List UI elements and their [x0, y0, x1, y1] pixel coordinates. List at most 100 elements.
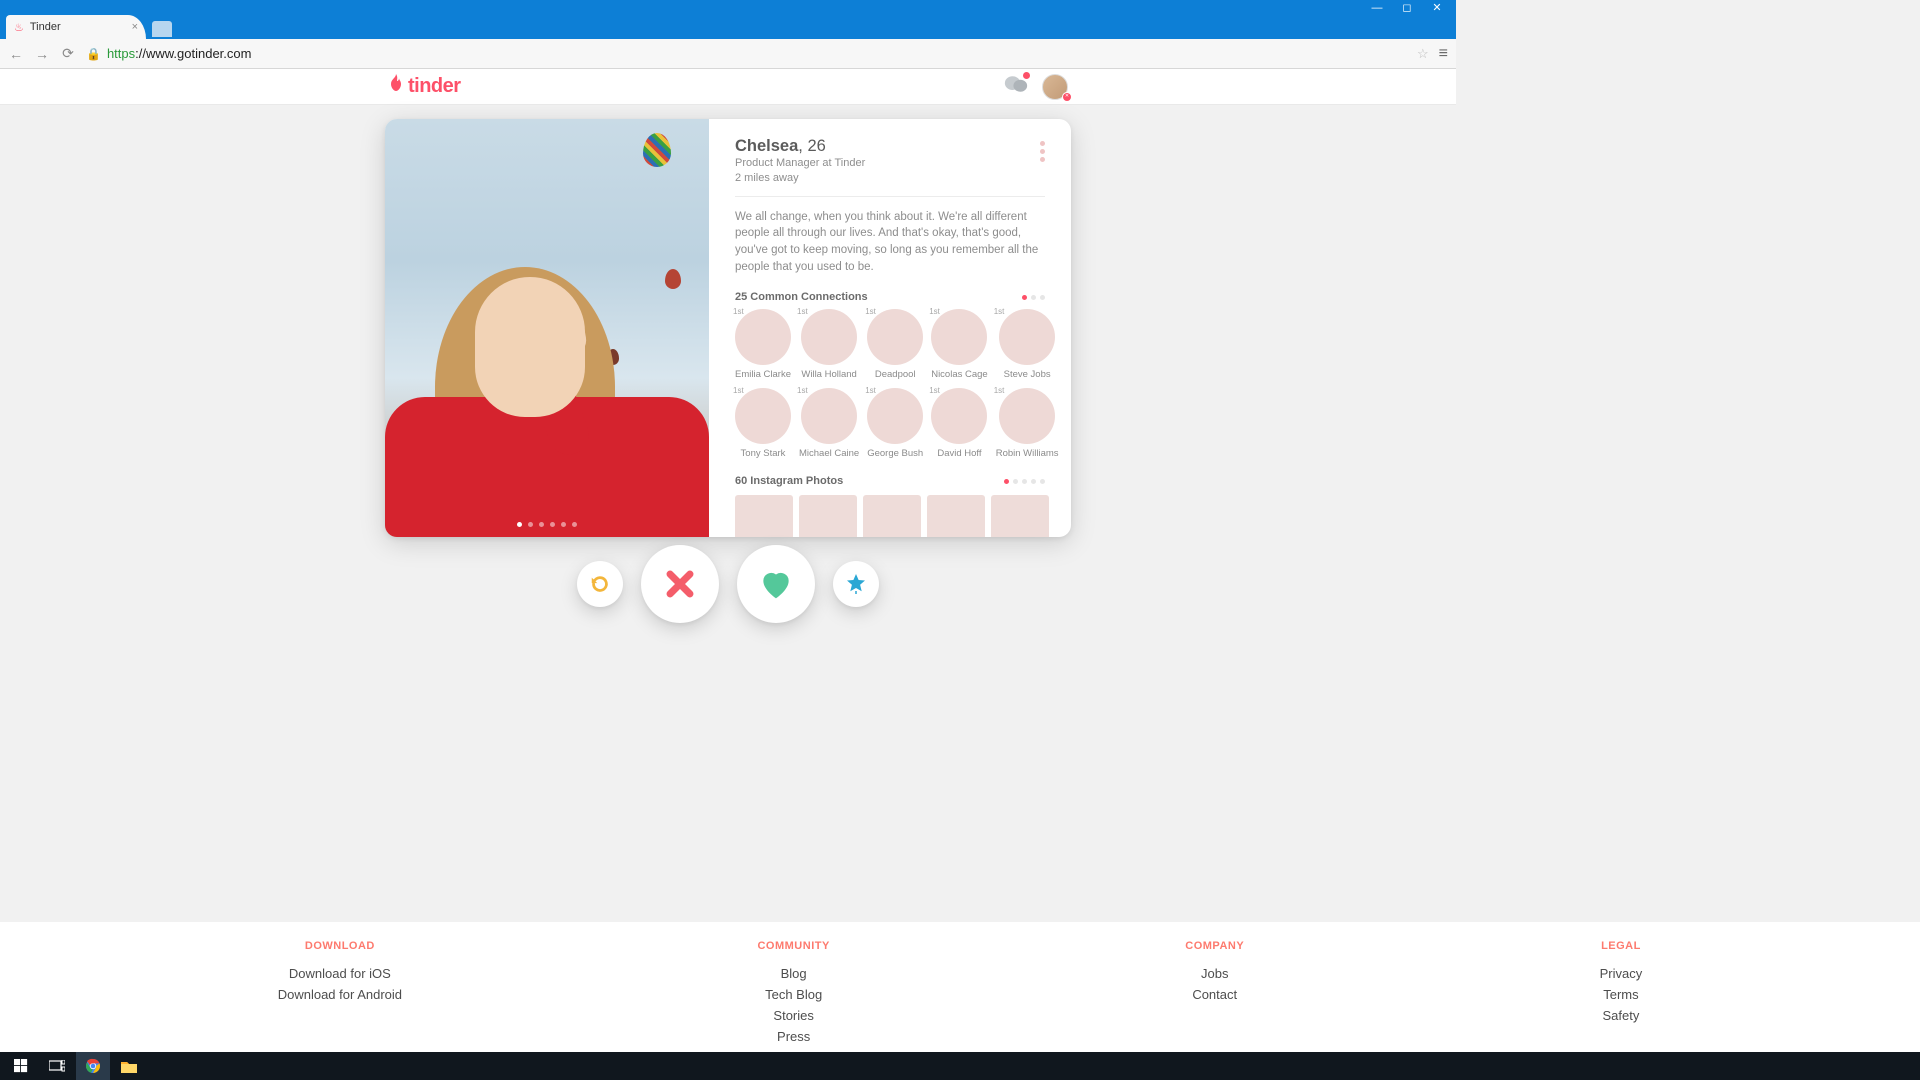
window-close-button[interactable]: ✕: [1422, 1, 1452, 14]
connection-item[interactable]: 1stNicolas Cage: [931, 309, 988, 380]
instagram-grid: [735, 495, 1045, 537]
bookmark-button[interactable]: ☆: [1417, 46, 1429, 62]
connection-name: Michael Caine: [799, 448, 859, 459]
page-dot[interactable]: [1031, 295, 1036, 300]
connection-name: Robin Williams: [996, 448, 1059, 459]
page-dot[interactable]: [1022, 479, 1027, 484]
connection-avatar: [801, 309, 857, 365]
instagram-thumb[interactable]: [863, 495, 921, 537]
connection-item[interactable]: 1st Willa Holland: [799, 309, 859, 380]
window-maximize-button[interactable]: ◻: [1392, 1, 1422, 14]
degree-badge: 1st: [994, 386, 1005, 395]
connection-avatar: [999, 388, 1055, 444]
flame-icon: ♨: [14, 21, 24, 34]
tinder-logo[interactable]: tinder: [388, 74, 461, 99]
page-dot[interactable]: [1022, 295, 1027, 300]
task-view-button[interactable]: [40, 1052, 74, 1080]
window-minimize-button[interactable]: —: [1362, 2, 1392, 14]
connection-name: David Hoff: [937, 448, 981, 459]
degree-badge: 1st: [797, 386, 808, 395]
connection-avatar: [867, 388, 923, 444]
site-header: tinder: [0, 69, 1456, 105]
url-rest: ://www.gotinder.com: [135, 46, 251, 61]
connection-avatar: [931, 309, 987, 365]
connection-avatar: [735, 309, 791, 365]
balloon-icon: [643, 133, 671, 167]
folder-icon: [121, 1060, 137, 1073]
connection-item[interactable]: 1st Deadpool: [867, 309, 923, 380]
photo-dot[interactable]: [550, 522, 555, 527]
photo-dot[interactable]: [539, 522, 544, 527]
new-tab-button[interactable]: [152, 21, 172, 37]
reload-button[interactable]: ⟳: [60, 45, 76, 62]
windows-icon: [14, 1059, 28, 1073]
connection-name: Emilia Clarke: [735, 369, 791, 380]
address-bar[interactable]: 🔒 https://www.gotinder.com: [86, 46, 1407, 61]
browser-menu-button[interactable]: ≡: [1439, 45, 1448, 63]
connection-avatar: [801, 388, 857, 444]
profile-photo[interactable]: [385, 119, 709, 537]
profile-card: Chelsea, 26 Product Manager at Tinder 2 …: [385, 119, 1071, 537]
connections-pagination[interactable]: [1022, 295, 1045, 300]
forward-button[interactable]: →: [34, 46, 50, 62]
profile-job: Product Manager at Tinder: [735, 156, 865, 171]
start-button[interactable]: [4, 1052, 38, 1080]
connection-item[interactable]: 1stSteve Jobs: [996, 309, 1059, 380]
degree-badge: 1st: [929, 386, 940, 395]
connection-item[interactable]: 1st David Hoff: [931, 388, 988, 459]
profile-distance: 2 miles away: [735, 171, 865, 186]
like-button[interactable]: [737, 545, 815, 623]
photo-dot[interactable]: [572, 522, 577, 527]
instagram-heading: 60 Instagram Photos: [735, 475, 843, 487]
rewind-button[interactable]: [577, 561, 623, 607]
notification-dot-icon: [1023, 72, 1030, 79]
instagram-thumb[interactable]: [799, 495, 857, 537]
degree-badge: 1st: [865, 386, 876, 395]
superlike-button[interactable]: [833, 561, 879, 607]
connection-name: Tony Stark: [741, 448, 786, 459]
connection-item[interactable]: 1st Emilia Clarke: [735, 309, 791, 380]
connection-name: Nicolas Cage: [931, 369, 988, 380]
profile-menu-button[interactable]: [1042, 74, 1068, 100]
degree-badge: 1st: [733, 307, 744, 316]
connection-item[interactable]: 1st George Bush: [867, 388, 923, 459]
browser-tab[interactable]: ♨ Tinder ×: [6, 15, 146, 39]
photo-pagination[interactable]: [517, 522, 577, 527]
taskview-icon: [49, 1060, 65, 1072]
connection-item[interactable]: 1st Robin Williams: [996, 388, 1059, 459]
connection-name: George Bush: [867, 448, 923, 459]
star-icon: [844, 572, 868, 596]
back-button[interactable]: ←: [8, 46, 24, 62]
instagram-thumb[interactable]: [735, 495, 793, 537]
more-options-button[interactable]: [1040, 137, 1045, 162]
photo-dot[interactable]: [528, 522, 533, 527]
windows-taskbar: [0, 1052, 1920, 1080]
taskbar-chrome[interactable]: [76, 1052, 110, 1080]
degree-badge: 1st: [797, 307, 808, 316]
instagram-thumb[interactable]: [991, 495, 1049, 537]
connection-avatar: [735, 388, 791, 444]
instagram-thumb[interactable]: [927, 495, 985, 537]
photo-dot[interactable]: [561, 522, 566, 527]
page-dot[interactable]: [1040, 479, 1045, 484]
page-dot[interactable]: [1040, 295, 1045, 300]
connection-name: Deadpool: [875, 369, 916, 380]
degree-badge: 1st: [994, 307, 1005, 316]
page-dot[interactable]: [1004, 479, 1009, 484]
nope-button[interactable]: [641, 545, 719, 623]
taskbar-explorer[interactable]: [112, 1052, 146, 1080]
degree-badge: 1st: [865, 307, 876, 316]
tab-close-button[interactable]: ×: [132, 21, 138, 33]
instagram-pagination[interactable]: [1004, 479, 1045, 484]
messages-button[interactable]: [1004, 74, 1028, 99]
connection-item[interactable]: 1stTony Stark: [735, 388, 791, 459]
chrome-icon: [85, 1058, 101, 1074]
photo-dot[interactable]: [517, 522, 522, 527]
avatar-badge-icon: [1062, 92, 1072, 102]
page-dot[interactable]: [1031, 479, 1036, 484]
url-protocol: https: [107, 46, 135, 61]
page-dot[interactable]: [1013, 479, 1018, 484]
connection-name: Willa Holland: [801, 369, 856, 380]
connection-item[interactable]: 1st Michael Caine: [799, 388, 859, 459]
action-bar: [577, 545, 879, 623]
